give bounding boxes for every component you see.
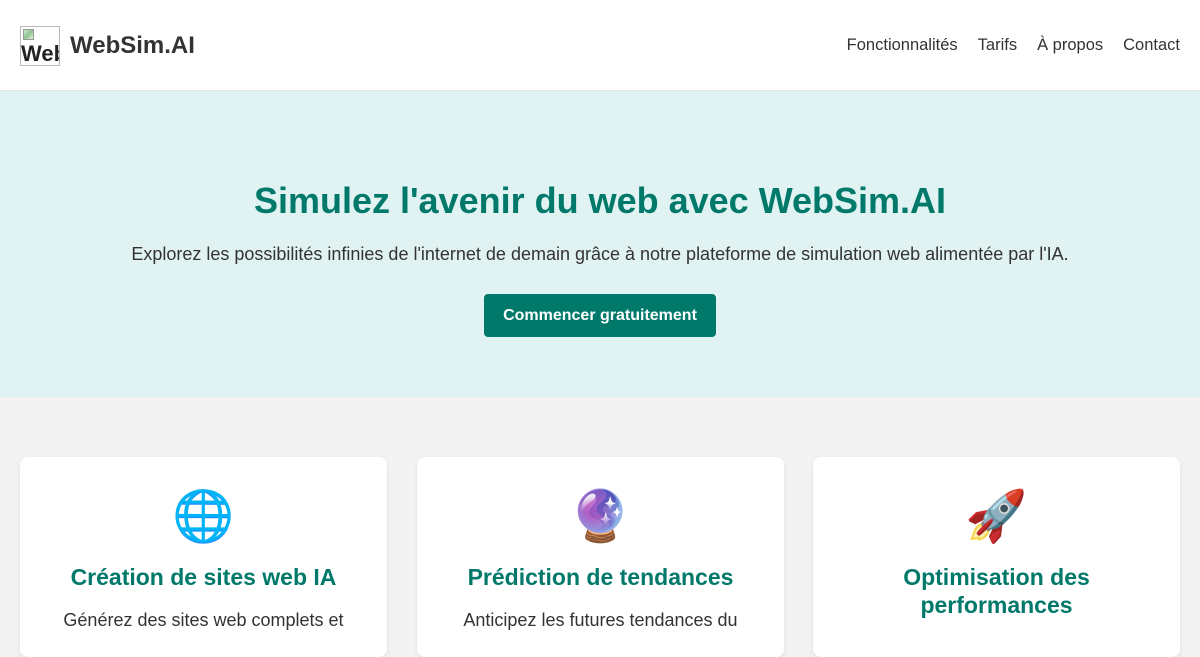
nav-link-contact[interactable]: Contact <box>1123 33 1180 57</box>
hero-section: Simulez l'avenir du web avec WebSim.AI E… <box>0 91 1200 397</box>
feature-card-performance: 🚀 Optimisation des performances <box>813 457 1180 657</box>
start-free-button[interactable]: Commencer gratuitement <box>484 294 716 337</box>
crystal-ball-icon: 🔮 <box>569 488 632 544</box>
feature-card-ai-sites: 🌐 Création de sites web IA Générez des s… <box>20 457 387 657</box>
nav-link-features[interactable]: Fonctionnalités <box>847 33 958 57</box>
hero-title: Simulez l'avenir du web avec WebSim.AI <box>253 180 947 221</box>
logo-image[interactable]: WebSim.AI <box>20 26 60 66</box>
main-nav: Fonctionnalités Tarifs À propos Contact <box>847 33 1180 57</box>
feature-description: Générez des sites web complets et <box>63 610 344 630</box>
logo-alt-text: WebSim.AI <box>21 41 59 66</box>
brand-name[interactable]: WebSim.AI <box>70 31 195 61</box>
rocket-icon: 🚀 <box>965 488 1028 544</box>
nav-link-pricing[interactable]: Tarifs <box>978 33 1017 57</box>
feature-title: Création de sites web IA <box>70 564 337 590</box>
nav-link-about[interactable]: À propos <box>1037 33 1103 57</box>
broken-image-icon <box>23 29 34 40</box>
hero-subtitle: Explorez les possibilités infinies de l'… <box>131 244 1069 264</box>
globe-icon: 🌐 <box>172 488 235 544</box>
feature-description: Anticipez les futures tendances du <box>463 610 738 630</box>
feature-title: Prédiction de tendances <box>467 564 734 590</box>
feature-card-trends: 🔮 Prédiction de tendances Anticipez les … <box>417 457 784 657</box>
site-header: WebSim.AI WebSim.AI Fonctionnalités Tari… <box>0 0 1200 91</box>
feature-title: Optimisation des performances <box>903 564 1090 618</box>
